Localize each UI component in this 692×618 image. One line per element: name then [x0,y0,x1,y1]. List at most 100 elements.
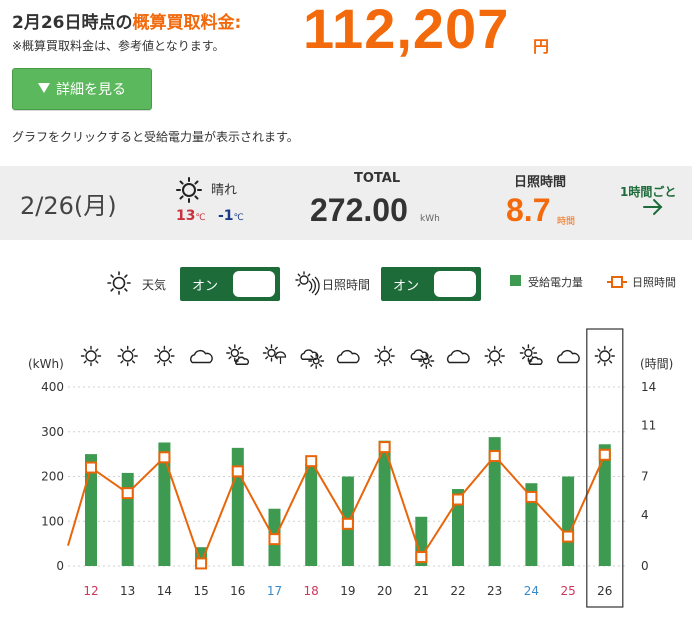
x-tick-label: 21 [414,584,429,598]
x-tick-label: 22 [450,584,465,598]
left-axis-label: (kWh) [28,357,64,371]
right-tick-label: 0 [641,559,649,573]
temp-max-unit: ℃ [195,213,206,223]
cloudy-sunny-icon [300,349,325,369]
temp-max-value: 13 [176,208,196,224]
sunshine-point [525,490,538,503]
sunny-icon [374,345,395,367]
total-value: 272.00 [310,192,408,228]
sunny-rain-icon [262,344,287,364]
triangle-down-icon [38,81,50,97]
x-tick-label: 12 [83,584,98,598]
total-unit: kWh [420,214,440,224]
bar [121,472,134,566]
temp-max: 13℃ [176,208,206,224]
amount-unit: 円 [533,37,550,56]
sunny-icon [176,177,202,207]
x-tick-label: 13 [120,584,135,598]
sunshine-label: 日照時間 [514,175,567,190]
sunshine-point [268,533,281,546]
sunshine-point [452,493,464,506]
estimate-note: ※概算買取料金は、参考値となります。 [12,39,225,53]
chart-hint: グラフをクリックすると受給電力量が表示されます。 [12,130,299,144]
weather-toggle[interactable]: オン [180,267,280,301]
sunshine-point [231,465,244,478]
left-tick-label: 100 [41,514,64,528]
sunshine-toggle-text: オン [393,279,420,294]
arrow-right-icon[interactable] [642,196,664,222]
sunshine-point [598,448,611,461]
sunny-icon [106,270,132,300]
cloudy-icon [446,349,470,364]
left-tick-label: 400 [41,380,64,394]
x-tick-label: 23 [487,584,502,598]
view-details-button[interactable]: 詳細を見る [12,68,152,110]
right-tick-label: 4 [641,508,649,522]
sunshine-point [341,517,354,530]
weather-toggle-text: オン [192,279,219,294]
legend-bar-swatch [510,275,521,286]
title-prefix: 2月26日時点の [12,13,133,33]
sunny-icon [484,345,505,367]
sunshine-toggle-label: 日照時間 [322,278,371,292]
toggle-knob [233,271,275,297]
weather-toggle-label: 天気 [142,278,167,292]
summary-date: 2/26(月) [20,192,117,220]
sunshine-value: 8.7 [506,192,551,228]
sunshine-point [158,451,171,464]
sunshine-point [562,530,575,543]
sunshine-point [378,441,391,454]
cloudy-icon [557,349,580,364]
sunshine-point [195,557,208,570]
temp-min-unit: ℃ [233,213,244,223]
cloudy-sunny-icon [410,349,435,369]
estimated-amount: 112,207 [303,0,510,60]
x-tick-label: 16 [230,584,245,598]
right-tick-label: 11 [641,418,656,432]
sunshine-line [67,444,606,567]
sunshine-unit: 時間 [557,217,576,227]
sunshine-point [121,487,134,500]
x-tick-label: 18 [304,584,319,598]
cloudy-icon [190,349,213,364]
sunny-icon [154,345,175,367]
title-accent: 概算買取料金: [132,13,242,33]
total-label: TOTAL [354,171,401,186]
sunshine-point [488,450,501,463]
legend-bar-label: 受給電力量 [528,276,583,289]
x-tick-label: 25 [560,584,575,598]
view-details-label: 詳細を見る [56,82,126,98]
sunshine-point [85,461,97,474]
cloudy-icon [336,349,360,364]
bar [562,476,575,566]
sunshine-point [415,551,428,564]
sunshine-point [305,455,318,468]
sunshine-icon [294,270,320,300]
temp-min: -1℃ [218,208,244,224]
x-tick-label: 14 [157,584,172,598]
toggle-knob [434,271,476,297]
sunny-icon [117,345,138,367]
right-axis-label: (時間) [640,357,673,371]
x-tick-label: 15 [193,584,208,598]
sunny-cloudy-icon [519,344,543,365]
x-tick-label: 20 [377,584,392,598]
weather-label: 晴れ [211,183,238,198]
right-tick-label: 14 [641,380,656,394]
x-tick-label: 19 [340,584,355,598]
left-tick-label: 300 [41,425,64,439]
sunny-cloudy-icon [226,344,250,365]
bar [305,463,318,566]
sunny-icon [80,345,102,367]
x-tick-label: 17 [267,584,282,598]
right-tick-label: 7 [641,470,649,484]
sunny-icon [594,345,615,367]
x-tick-label: 24 [524,584,539,598]
x-tick-label: 26 [597,584,612,598]
legend-line-label: 日照時間 [632,276,676,289]
energy-chart[interactable]: (kWh) (時間) 0 100 200 300 400 0 4 7 11 14 12 13 14 15 16… [0,320,692,618]
temp-min-value: -1 [218,208,234,224]
left-tick-label: 200 [41,470,64,484]
legend-line-swatch [607,274,627,293]
sunshine-toggle[interactable]: オン [381,267,481,301]
